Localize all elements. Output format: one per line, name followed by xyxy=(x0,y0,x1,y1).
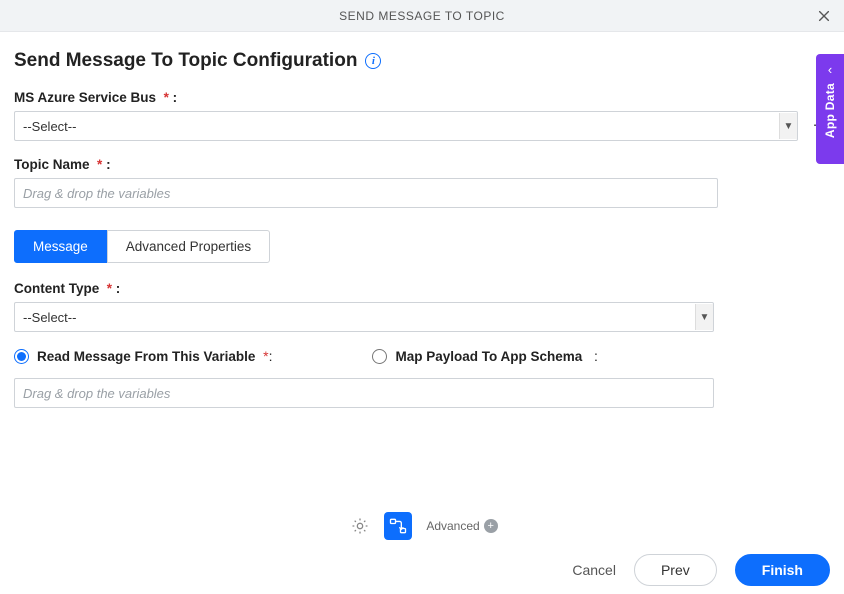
variable-input[interactable] xyxy=(14,378,714,408)
service-bus-label-text: MS Azure Service Bus xyxy=(14,90,156,105)
info-icon[interactable]: i xyxy=(365,53,381,69)
label-colon: : xyxy=(116,281,121,296)
content-type-field: Content Type * : --Select-- ▼ xyxy=(14,281,830,332)
app-data-side-tab[interactable]: ‹ App Data xyxy=(816,54,844,164)
read-variable-radio[interactable] xyxy=(14,349,29,364)
read-variable-radio-label: Read Message From This Variable *: xyxy=(37,348,272,364)
chevron-left-icon: ‹ xyxy=(828,62,832,77)
label-colon: : xyxy=(173,90,178,105)
page-heading-row: Send Message To Topic Configuration i xyxy=(14,50,830,72)
dialog-titlebar: SEND MESSAGE TO TOPIC xyxy=(0,0,844,32)
required-asterisk: * xyxy=(97,157,102,172)
advanced-toggle-label: Advanced xyxy=(426,519,479,533)
read-variable-radio-text: Read Message From This Variable xyxy=(37,349,255,364)
tab-advanced-properties[interactable]: Advanced Properties xyxy=(107,230,270,263)
map-schema-radio-label: Map Payload To App Schema : xyxy=(395,348,597,364)
service-bus-select[interactable]: --Select-- ▼ xyxy=(14,111,798,141)
content-type-label: Content Type * : xyxy=(14,281,830,296)
plus-icon: + xyxy=(484,519,498,533)
map-schema-radio[interactable] xyxy=(372,349,387,364)
label-colon: : xyxy=(269,348,273,364)
content-type-select-value: --Select-- xyxy=(23,310,76,325)
advanced-toggle[interactable]: Advanced + xyxy=(426,519,497,533)
dialog-footer: Cancel Prev Finish xyxy=(0,546,844,594)
service-bus-field: MS Azure Service Bus * : --Select-- ▼ + xyxy=(14,90,830,141)
prev-button[interactable]: Prev xyxy=(634,554,717,586)
finish-button[interactable]: Finish xyxy=(735,554,830,586)
map-schema-radio-item[interactable]: Map Payload To App Schema : xyxy=(372,348,597,364)
read-variable-radio-item[interactable]: Read Message From This Variable *: xyxy=(14,348,272,364)
service-bus-row: --Select-- ▼ + xyxy=(14,111,830,141)
payload-source-radio-group: Read Message From This Variable *: Map P… xyxy=(14,348,830,364)
cancel-button[interactable]: Cancel xyxy=(572,562,616,578)
bottom-toolbar: Advanced + xyxy=(0,506,844,546)
tab-bar: Message Advanced Properties xyxy=(14,230,830,263)
service-bus-select-value: --Select-- xyxy=(23,119,76,134)
map-schema-radio-text: Map Payload To App Schema xyxy=(395,349,582,364)
tab-message[interactable]: Message xyxy=(14,230,107,263)
topic-name-input[interactable] xyxy=(14,178,718,208)
dialog-title: SEND MESSAGE TO TOPIC xyxy=(339,9,505,23)
app-data-side-tab-label: App Data xyxy=(823,83,837,138)
label-colon: : xyxy=(594,348,598,364)
dialog-content: Send Message To Topic Configuration i MS… xyxy=(0,32,844,408)
required-asterisk: * xyxy=(164,90,169,105)
workflow-icon[interactable] xyxy=(384,512,412,540)
chevron-down-icon: ▼ xyxy=(779,113,797,139)
chevron-down-icon: ▼ xyxy=(695,304,713,330)
page-title: Send Message To Topic Configuration xyxy=(14,50,357,72)
topic-name-field: Topic Name * : xyxy=(14,157,830,208)
close-icon[interactable] xyxy=(812,4,836,28)
variable-input-field xyxy=(14,378,830,408)
content-type-select[interactable]: --Select-- ▼ xyxy=(14,302,714,332)
required-asterisk: * xyxy=(107,281,112,296)
label-colon: : xyxy=(106,157,111,172)
gear-icon[interactable] xyxy=(346,512,374,540)
content-type-label-text: Content Type xyxy=(14,281,99,296)
service-bus-label: MS Azure Service Bus * : xyxy=(14,90,830,105)
topic-name-label-text: Topic Name xyxy=(14,157,90,172)
topic-name-label: Topic Name * : xyxy=(14,157,830,172)
